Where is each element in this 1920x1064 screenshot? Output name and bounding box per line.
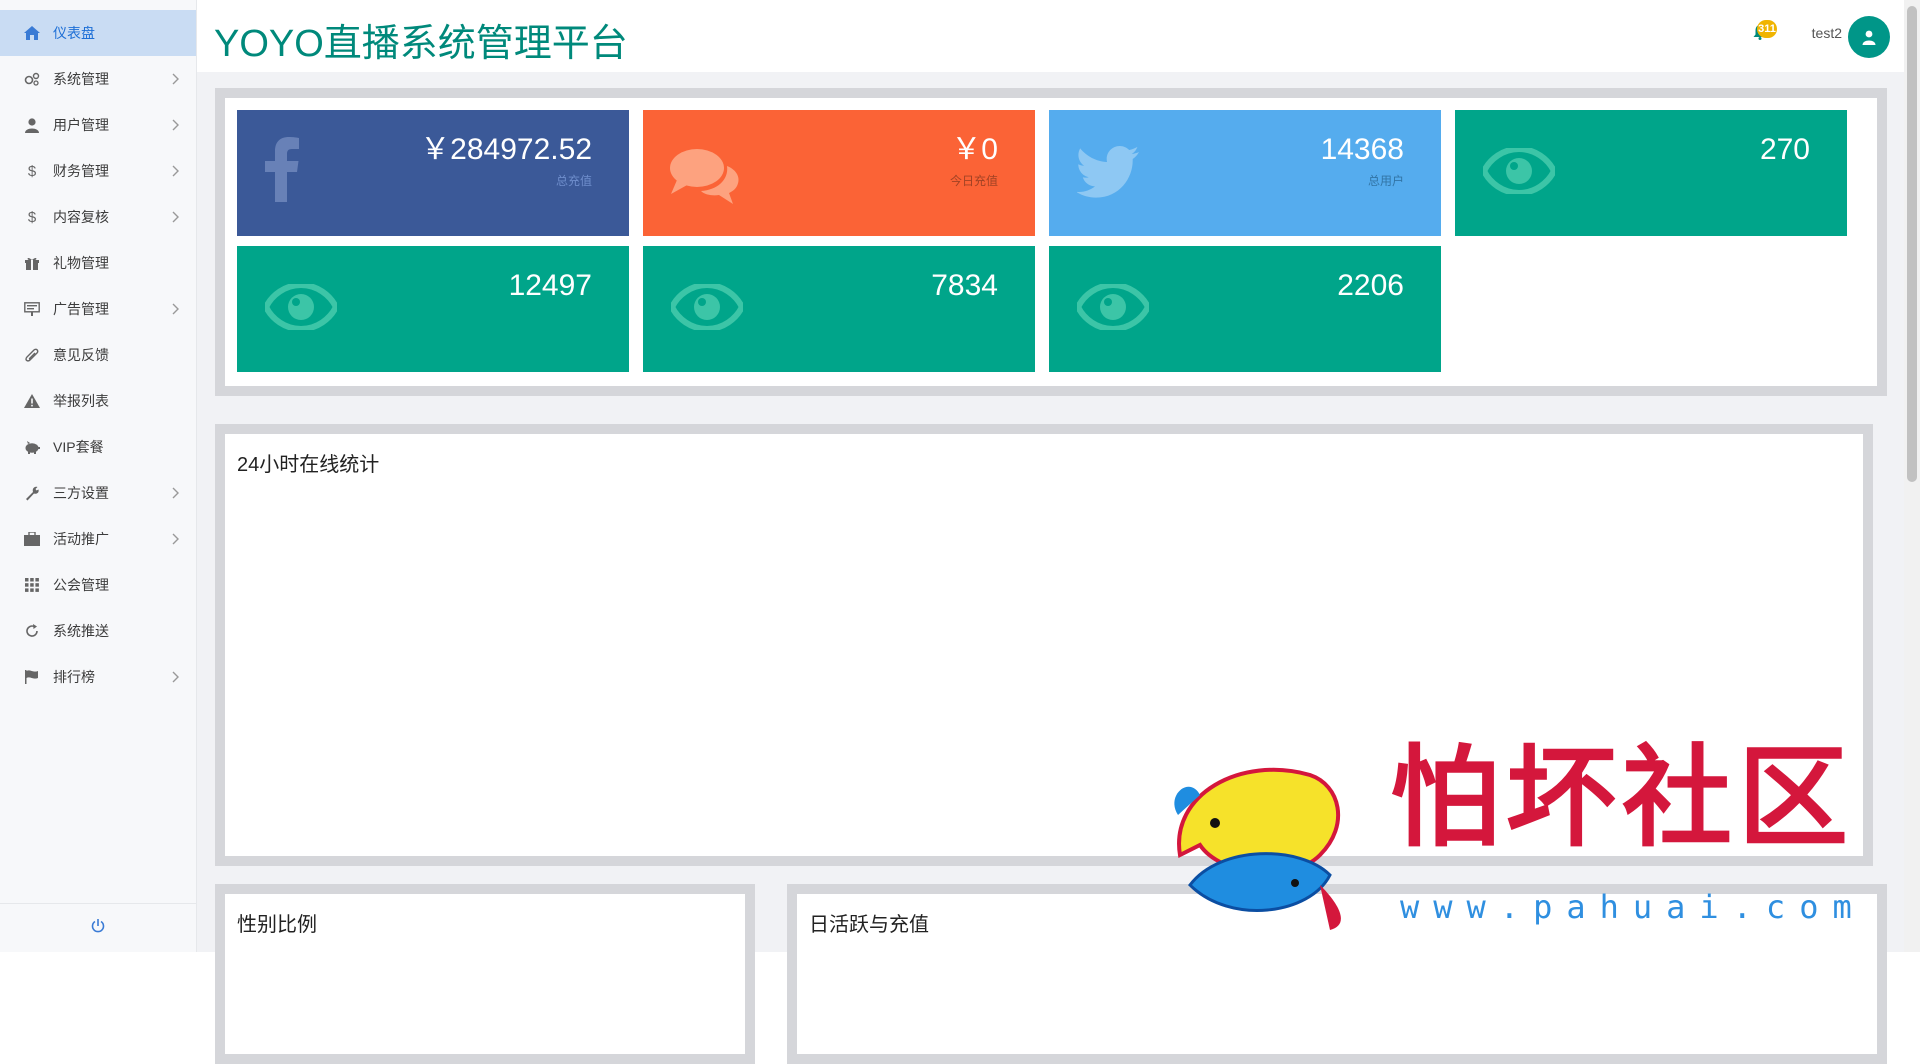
sidebar-item-vip[interactable]: VIP套餐 bbox=[0, 424, 196, 470]
stat-card-4[interactable]: 270 bbox=[1455, 110, 1847, 236]
chevron-right-icon bbox=[172, 302, 180, 318]
stat-card-total-recharge[interactable]: ￥284972.52 总充值 bbox=[237, 110, 629, 236]
stat-card-today-recharge[interactable]: ￥0 今日充值 bbox=[643, 110, 1035, 236]
avatar[interactable] bbox=[1848, 16, 1890, 58]
sidebar-item-label: VIP套餐 bbox=[53, 439, 104, 455]
sidebar-item-users[interactable]: 用户管理 bbox=[0, 102, 196, 148]
sidebar-item-label: 举报列表 bbox=[53, 393, 109, 409]
stat-label: 总充值 bbox=[555, 174, 592, 188]
watermark-text: 怕坏社区 bbox=[1390, 733, 1854, 862]
sidebar-item-label: 活动推广 bbox=[53, 531, 109, 547]
gift-icon bbox=[23, 254, 41, 272]
watermark: 怕坏社区 www.pahuai.com bbox=[1160, 735, 1920, 952]
dollar-icon: $ bbox=[27, 162, 37, 180]
stat-card-7[interactable]: 2206 bbox=[1049, 246, 1441, 372]
sidebar-item-feedback[interactable]: 意见反馈 bbox=[0, 332, 196, 378]
stat-label: 今日充值 bbox=[949, 174, 998, 188]
sidebar-item-label: 系统管理 bbox=[53, 71, 109, 87]
username[interactable]: test2 bbox=[1812, 25, 1842, 41]
stat-value: 2206 bbox=[1337, 269, 1404, 302]
grid-icon bbox=[23, 576, 41, 594]
sidebar-item-ranking[interactable]: 排行榜 bbox=[0, 654, 196, 700]
page-title: YOYO直播系统管理平台 bbox=[214, 23, 628, 65]
eye-icon bbox=[1074, 281, 1152, 335]
chevron-right-icon bbox=[172, 72, 180, 88]
fish-logo-icon bbox=[1174, 767, 1341, 930]
sidebar-item-label: 礼物管理 bbox=[53, 255, 109, 271]
sidebar-item-content-review[interactable]: $ 内容复核 bbox=[0, 194, 196, 240]
sidebar-item-label: 公会管理 bbox=[53, 577, 109, 593]
sidebar-item-system[interactable]: 系统管理 bbox=[0, 56, 196, 102]
flag-icon bbox=[23, 668, 41, 686]
panel-title: 性别比例 bbox=[237, 914, 317, 936]
stats-panel: ￥284972.52 总充值 ￥0 今日充值 14368 总用户 270 124… bbox=[215, 88, 1887, 396]
sidebar-item-third-party[interactable]: 三方设置 bbox=[0, 470, 196, 516]
sidebar: 仪表盘 系统管理 用户管理 $ 财务管理 $ 内容复核 礼物管理 广告管理 意见… bbox=[0, 0, 197, 952]
chevron-right-icon bbox=[172, 118, 180, 134]
stat-card-6[interactable]: 7834 bbox=[643, 246, 1035, 372]
sidebar-item-finance[interactable]: $ 财务管理 bbox=[0, 148, 196, 194]
sidebar-item-label: 系统推送 bbox=[53, 623, 109, 639]
chevron-right-icon bbox=[172, 486, 180, 502]
chevron-right-icon bbox=[172, 210, 180, 226]
sidebar-item-label: 广告管理 bbox=[53, 301, 109, 317]
notification-badge: 311 bbox=[1757, 20, 1777, 38]
sidebar-item-label: 仪表盘 bbox=[53, 25, 95, 41]
sidebar-item-label: 排行榜 bbox=[53, 669, 95, 685]
scrollbar-thumb[interactable] bbox=[1907, 6, 1917, 482]
watermark-url: www.pahuai.com bbox=[1400, 888, 1866, 926]
sidebar-footer bbox=[0, 903, 196, 952]
stat-label: 总用户 bbox=[1367, 174, 1404, 188]
stat-value: 14368 bbox=[1320, 133, 1404, 166]
stat-card-total-users[interactable]: 14368 总用户 bbox=[1049, 110, 1441, 236]
facebook-icon bbox=[265, 136, 299, 207]
stat-value: ￥0 bbox=[951, 133, 998, 166]
sidebar-item-ads[interactable]: 广告管理 bbox=[0, 286, 196, 332]
briefcase-icon bbox=[23, 530, 41, 548]
sidebar-item-label: 意见反馈 bbox=[53, 347, 109, 363]
sidebar-item-gifts[interactable]: 礼物管理 bbox=[0, 240, 196, 286]
eye-icon bbox=[262, 281, 340, 335]
chevron-right-icon bbox=[172, 164, 180, 180]
stat-value: 270 bbox=[1759, 133, 1810, 166]
paperclip-icon bbox=[23, 346, 41, 364]
chevron-right-icon bbox=[172, 670, 180, 686]
warning-icon bbox=[23, 392, 41, 410]
comments-icon bbox=[669, 146, 741, 209]
sidebar-item-label: 内容复核 bbox=[53, 209, 109, 225]
eye-icon bbox=[1480, 145, 1558, 199]
top-header: YOYO直播系统管理平台 311 test2 bbox=[197, 0, 1904, 72]
twitter-icon bbox=[1076, 146, 1139, 203]
sidebar-item-push[interactable]: 系统推送 bbox=[0, 608, 196, 654]
stat-value: 7834 bbox=[931, 269, 998, 302]
refresh-icon bbox=[23, 622, 41, 640]
stat-value: 12497 bbox=[508, 269, 592, 302]
sidebar-item-promotion[interactable]: 活动推广 bbox=[0, 516, 196, 562]
sidebar-item-label: 用户管理 bbox=[53, 117, 109, 133]
sidebar-item-label: 三方设置 bbox=[53, 485, 109, 501]
wrench-icon bbox=[23, 484, 41, 502]
gears-icon bbox=[23, 70, 41, 88]
home-icon bbox=[23, 24, 41, 42]
user-icon bbox=[1862, 30, 1876, 45]
sidebar-item-guild[interactable]: 公会管理 bbox=[0, 562, 196, 608]
dollar-icon: $ bbox=[27, 208, 37, 226]
gender-ratio-panel: 性别比例 bbox=[215, 884, 755, 1064]
power-icon[interactable] bbox=[90, 918, 106, 939]
user-icon bbox=[23, 116, 41, 134]
panel-title: 日活跃与充值 bbox=[809, 914, 929, 936]
sidebar-item-reports[interactable]: 举报列表 bbox=[0, 378, 196, 424]
eye-icon bbox=[668, 281, 746, 335]
panel-title: 24小时在线统计 bbox=[237, 454, 380, 476]
page-scrollbar[interactable] bbox=[1904, 0, 1920, 952]
sidebar-item-dashboard[interactable]: 仪表盘 bbox=[0, 10, 196, 56]
piggy-bank-icon bbox=[23, 438, 41, 456]
sidebar-item-label: 财务管理 bbox=[53, 163, 109, 179]
stat-value: ￥284972.52 bbox=[420, 133, 592, 166]
stat-card-5[interactable]: 12497 bbox=[237, 246, 629, 372]
billboard-icon bbox=[23, 300, 41, 318]
chevron-right-icon bbox=[172, 532, 180, 548]
